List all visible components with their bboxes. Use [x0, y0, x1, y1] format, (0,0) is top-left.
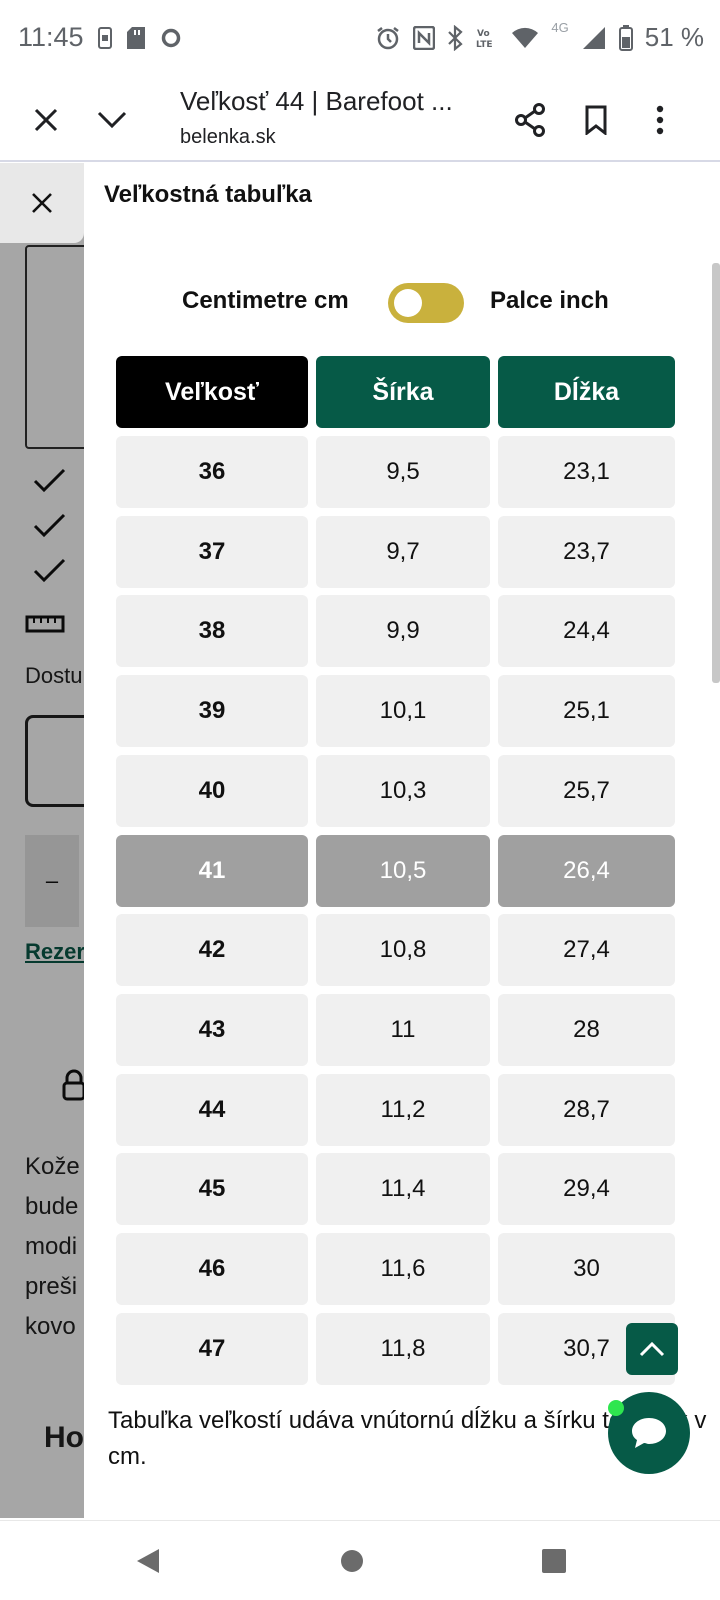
unit-label-cm: Centimetre cm: [182, 287, 349, 314]
network-type: 4G: [551, 20, 569, 35]
cell-length: 26,4: [498, 834, 675, 907]
cell-size: 44: [116, 1073, 308, 1146]
svg-text:Vo: Vo: [477, 29, 490, 39]
toggle-knob: [394, 289, 422, 317]
modal-close-button[interactable]: [0, 163, 84, 243]
close-icon: [32, 193, 52, 213]
cell-size: 41: [116, 834, 308, 907]
more-vert-icon: [656, 105, 664, 135]
cell-size: 40: [116, 754, 308, 827]
cell-width: 9,7: [316, 515, 490, 588]
cell-length: 23,7: [498, 515, 675, 588]
nav-recents-button[interactable]: [534, 1541, 574, 1581]
signal-icon: [582, 26, 605, 49]
browser-toolbar: Veľkosť 44 | Barefoot ... belenka.sk: [0, 80, 720, 162]
cell-size: 37: [116, 515, 308, 588]
cell-size: 36: [116, 436, 308, 508]
scroll-to-top-button[interactable]: [626, 1323, 678, 1375]
wifi-icon: [512, 27, 539, 48]
cell-width: 10,5: [316, 834, 490, 907]
nfc-icon: [413, 25, 436, 50]
share-icon: [515, 103, 545, 137]
cell-width: 11,6: [316, 1233, 490, 1305]
cell-length: 28: [498, 993, 675, 1066]
share-button[interactable]: [504, 94, 556, 146]
cell-length: 25,1: [498, 675, 675, 748]
cell-size: 45: [116, 1153, 308, 1226]
cell-width: 9,5: [316, 436, 490, 508]
battery-icon: [618, 24, 633, 51]
unit-toggle[interactable]: [388, 283, 464, 323]
bookmark-icon: [585, 105, 607, 135]
bookmark-button[interactable]: [570, 94, 622, 146]
nav-home-button[interactable]: [332, 1541, 372, 1581]
cell-size: 42: [116, 914, 308, 987]
cell-length: 23,1: [498, 436, 675, 508]
battery-percent: 51 %: [644, 22, 704, 52]
cell-size: 38: [116, 595, 308, 668]
unit-label-inch: Palce inch: [490, 287, 609, 314]
cell-length: 27,4: [498, 914, 675, 987]
cell-width: 11,8: [316, 1312, 490, 1385]
back-triangle-icon: [137, 1549, 159, 1573]
close-tab-button[interactable]: [20, 94, 72, 146]
more-options-button[interactable]: [634, 94, 686, 146]
circle-icon: [161, 28, 181, 48]
cell-size: 47: [116, 1312, 308, 1385]
cell-width: 11,4: [316, 1153, 490, 1226]
svg-text:LTE: LTE: [476, 40, 493, 50]
cell-width: 10,8: [316, 914, 490, 987]
cell-length: 28,7: [498, 1073, 675, 1146]
cell-length: 29,4: [498, 1153, 675, 1226]
nav-back-button[interactable]: [128, 1541, 168, 1581]
header-length: Dĺžka: [498, 356, 675, 428]
cell-size: 39: [116, 675, 308, 748]
sim-icon: [98, 27, 112, 49]
cell-length: 25,7: [498, 754, 675, 827]
chevron-down-icon: [97, 111, 127, 129]
alarm-icon: [377, 26, 400, 49]
page-title: Veľkosť 44 | Barefoot ...: [180, 86, 453, 116]
chat-bubble-icon: [632, 1418, 666, 1448]
cell-size: 43: [116, 993, 308, 1066]
cell-width: 10,1: [316, 675, 490, 748]
header-size: Veľkosť: [116, 356, 308, 428]
minimize-button[interactable]: [86, 94, 138, 146]
cell-width: 11,2: [316, 1073, 490, 1146]
header-width: Šírka: [316, 356, 490, 428]
chevron-up-icon: [639, 1341, 665, 1357]
cell-width: 11: [316, 993, 490, 1066]
cell-size: 46: [116, 1233, 308, 1305]
home-circle-icon: [341, 1550, 363, 1572]
online-indicator: [608, 1400, 624, 1416]
close-icon: [34, 108, 58, 132]
sd-card-icon: [127, 27, 145, 49]
recents-square-icon: [542, 1549, 566, 1573]
panel-title: Veľkostná tabuľka: [104, 181, 312, 208]
size-chart-panel: Veľkostná tabuľka Centimetre cm Palce in…: [84, 163, 720, 1518]
system-nav-bar: [0, 1520, 720, 1600]
status-time: 11:45: [18, 22, 84, 52]
cell-width: 9,9: [316, 595, 490, 668]
unit-switch-row: Centimetre cm Palce inch: [84, 283, 720, 323]
cell-length: 30: [498, 1233, 675, 1305]
status-bar: 11:45 Vo LTE 4G 51 %: [0, 0, 720, 80]
cell-length: 24,4: [498, 595, 675, 668]
bluetooth-icon: [448, 24, 464, 51]
volte-icon: VoLTE: [476, 29, 493, 50]
scrollbar[interactable]: [712, 263, 720, 683]
cell-width: 10,3: [316, 754, 490, 827]
page-url: belenka.sk: [180, 126, 276, 148]
